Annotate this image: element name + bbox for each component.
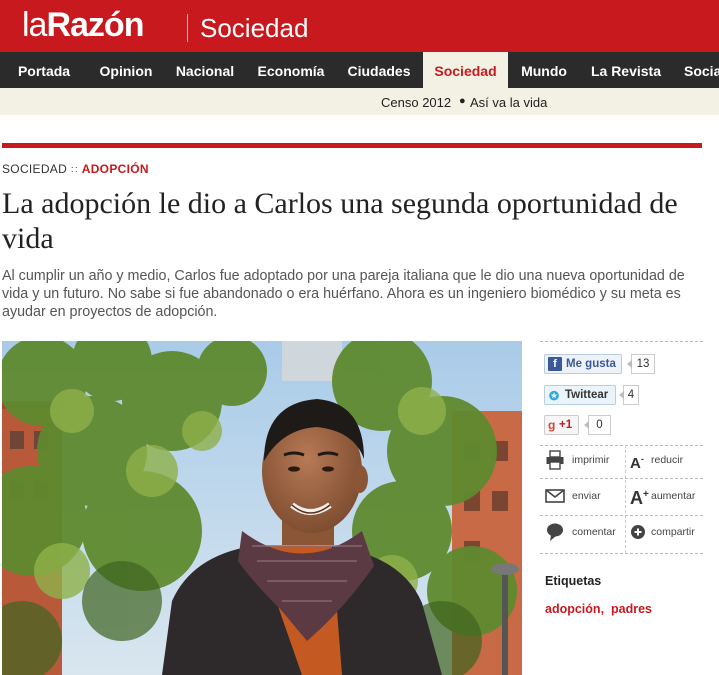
nav-item-la-revista[interactable]: La Revista (580, 52, 672, 88)
decrease-font-tool[interactable]: A- reducir (630, 450, 700, 474)
sidebar-divider (540, 478, 703, 479)
tags-list: adopción, padres (545, 602, 652, 616)
plus-one-count: 0 (584, 415, 611, 435)
nav-item-portada[interactable]: Portada (0, 52, 88, 88)
subnav-asi-va-la-vida[interactable]: Así va la vida (470, 95, 547, 110)
share-tool[interactable]: compartir (630, 522, 700, 546)
tools-column-divider (625, 445, 626, 553)
comment-tool[interactable]: comentar (545, 522, 620, 546)
facebook-icon: f (548, 357, 562, 371)
google-g-icon: g (548, 418, 556, 432)
speech-bubble-icon (547, 523, 563, 541)
send-email-tool[interactable]: enviar (545, 486, 620, 510)
sidebar-divider (540, 445, 703, 446)
comment-label: comentar (572, 526, 616, 538)
increase-font-tool[interactable]: A+ aumentar (630, 486, 700, 510)
tag-padres[interactable]: padres (611, 602, 652, 616)
tweet-label: Twittear (565, 389, 609, 401)
masthead: laRazón Sociedad (0, 0, 719, 52)
nav-item-mundo[interactable]: Mundo (508, 52, 580, 88)
tweet-count: 4 (619, 385, 639, 405)
nav-item-nacional[interactable]: Nacional (164, 52, 246, 88)
sub-nav: Censo 2012 ● Así va la vida (0, 88, 719, 115)
article-lead: Al cumplir un año y medio, Carlos fue ad… (2, 268, 685, 320)
facebook-like-label: Me gusta (566, 358, 616, 370)
site-logo[interactable]: laRazón (22, 6, 144, 45)
section-title: Sociedad (200, 13, 309, 43)
decrease-font-label: reducir (651, 454, 684, 466)
plus-circle-icon (631, 525, 645, 539)
sidebar-divider (540, 515, 703, 516)
font-decrease-icon: A- (630, 454, 644, 472)
nav-item-ciudades[interactable]: Ciudades (336, 52, 422, 88)
sidebar-divider (540, 341, 703, 342)
article-photo (2, 341, 522, 675)
print-tool[interactable]: imprimir (545, 450, 620, 474)
printer-icon (546, 450, 564, 470)
send-label: enviar (572, 490, 601, 502)
facebook-like-button[interactable]: f Me gusta (544, 354, 622, 374)
tag-adopcion[interactable]: adopción (545, 602, 601, 616)
nav-item-opinion[interactable]: Opinion (88, 52, 164, 88)
nav-item-economia[interactable]: Economía (246, 52, 336, 88)
breadcrumb-separator-icon: ∷ (71, 165, 78, 176)
logo-divider (187, 14, 188, 42)
nav-item-social[interactable]: Socia (684, 52, 719, 88)
print-label: imprimir (572, 454, 610, 466)
google-plus-one-button[interactable]: g +1 (544, 415, 579, 435)
logo-bold-text: Razón (46, 6, 144, 44)
sidebar-divider (540, 553, 703, 554)
bullet-icon: ● (459, 95, 466, 107)
envelope-icon (545, 489, 565, 503)
twitter-bird-icon: ✪ (549, 389, 560, 403)
main-nav: Portada Opinion Nacional Economía Ciudad… (0, 52, 719, 88)
section-rule (2, 143, 702, 148)
nav-item-sociedad[interactable]: Sociedad (423, 52, 508, 88)
share-label: compartir (651, 526, 695, 538)
font-increase-icon: A+ (630, 488, 649, 508)
facebook-like-count: 13 (627, 354, 655, 374)
subnav-censo-2012[interactable]: Censo 2012 (381, 95, 451, 110)
logo-light-text: la (22, 6, 47, 44)
breadcrumb-category[interactable]: ADOPCIÓN (82, 162, 149, 176)
breadcrumb-section[interactable]: SOCIEDAD (2, 162, 67, 176)
plus-one-label: +1 (559, 419, 573, 431)
increase-font-label: aumentar (651, 490, 696, 502)
breadcrumb: SOCIEDAD ∷ ADOPCIÓN (2, 162, 149, 176)
tweet-button[interactable]: ✪ Twittear (544, 385, 616, 405)
article-headline: La adopción le dio a Carlos una segunda … (2, 187, 678, 255)
tags-heading: Etiquetas (545, 574, 602, 588)
